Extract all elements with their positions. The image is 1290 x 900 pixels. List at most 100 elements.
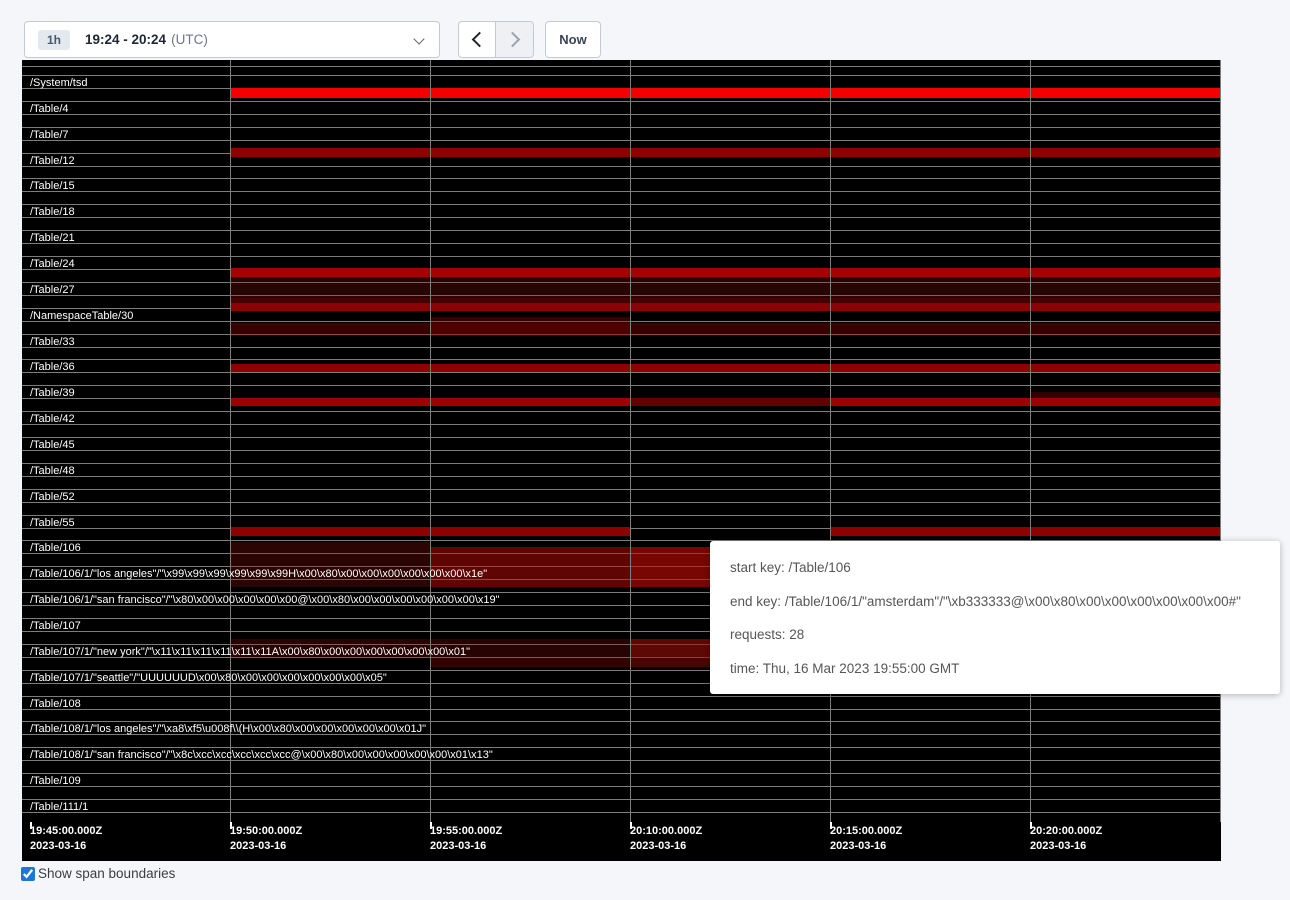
x-axis-tick-label: 20:15:00.000Z 2023-03-16 bbox=[830, 824, 902, 853]
span-boundary-line bbox=[22, 773, 1221, 774]
row-label: /Table/36 bbox=[30, 361, 75, 373]
row-label: /Table/107/1/"seattle"/"UUUUUUD\x00\x80\… bbox=[30, 672, 387, 684]
tooltip-end-key: end key: /Table/106/1/"amsterdam"/"\xb33… bbox=[730, 585, 1260, 619]
row-label: /NamespaceTable/30 bbox=[30, 310, 133, 322]
span-boundary-line bbox=[22, 786, 1221, 787]
heat-band bbox=[231, 148, 1221, 157]
span-boundary-line bbox=[22, 127, 1221, 128]
span-boundary-line bbox=[22, 243, 1221, 244]
grid-line-vertical bbox=[830, 60, 831, 822]
row-label: /Table/106/1/"san francisco"/"\x80\x00\x… bbox=[30, 594, 500, 606]
span-boundary-line bbox=[22, 140, 1221, 141]
span-boundary-line bbox=[22, 256, 1221, 257]
x-axis-tick-label: 19:55:00.000Z 2023-03-16 bbox=[430, 824, 502, 853]
span-boundary-line bbox=[22, 347, 1221, 348]
span-boundary-line bbox=[22, 515, 1221, 516]
heat-band bbox=[231, 364, 1221, 372]
row-label: /Table/21 bbox=[30, 232, 75, 244]
span-boundary-line bbox=[22, 359, 1221, 360]
span-boundary-line bbox=[22, 747, 1221, 748]
grid-line-vertical bbox=[1220, 60, 1221, 822]
row-label: /Table/107/1/"new york"/"\x11\x11\x11\x1… bbox=[30, 646, 470, 658]
row-label: /Table/55 bbox=[30, 517, 75, 529]
row-label: /Table/39 bbox=[30, 387, 75, 399]
chevron-right-icon bbox=[505, 32, 521, 48]
span-boundary-line bbox=[22, 230, 1221, 231]
span-boundary-line bbox=[22, 372, 1221, 373]
row-label: /Table/12 bbox=[30, 155, 75, 167]
show-span-boundaries-label: Show span boundaries bbox=[38, 866, 175, 881]
heat-band bbox=[231, 542, 430, 587]
row-label: /System/tsd bbox=[30, 77, 87, 89]
heat-band bbox=[831, 527, 1221, 536]
heat-band bbox=[431, 547, 630, 587]
span-boundary-line bbox=[22, 166, 1221, 167]
grid-line-vertical bbox=[1030, 60, 1031, 822]
tooltip-start-key: start key: /Table/106 bbox=[730, 551, 1260, 585]
span-boundary-line bbox=[22, 424, 1221, 425]
row-label: /Table/107 bbox=[30, 620, 81, 632]
row-label: /Table/106/1/"los angeles"/"\x99\x99\x99… bbox=[30, 568, 487, 580]
span-boundary-line bbox=[22, 721, 1221, 722]
span-boundary-line bbox=[22, 217, 1221, 218]
heat-band bbox=[231, 268, 1221, 277]
span-boundary-line bbox=[22, 463, 1221, 464]
row-label: /Table/27 bbox=[30, 284, 75, 296]
span-boundary-line bbox=[22, 191, 1221, 192]
row-label: /Table/48 bbox=[30, 465, 75, 477]
now-button[interactable]: Now bbox=[545, 21, 601, 58]
row-label: /Table/45 bbox=[30, 439, 75, 451]
x-axis-tick-label: 20:10:00.000Z 2023-03-16 bbox=[630, 824, 702, 853]
span-boundary-line bbox=[22, 75, 1221, 76]
span-boundary-line bbox=[22, 489, 1221, 490]
chevron-left-icon bbox=[471, 32, 487, 48]
heat-band bbox=[231, 303, 1221, 311]
heat-band bbox=[631, 398, 830, 406]
row-label: /Table/42 bbox=[30, 413, 75, 425]
x-axis-tick-label: 19:45:00.000Z 2023-03-16 bbox=[30, 824, 102, 853]
row-label: /Table/33 bbox=[30, 336, 75, 348]
grid-line-vertical bbox=[630, 60, 631, 822]
span-boundary-line bbox=[22, 437, 1221, 438]
show-span-boundaries-checkbox[interactable] bbox=[21, 867, 35, 881]
grid-line-vertical bbox=[430, 60, 431, 822]
x-axis-tick-label: 20:20:00.000Z 2023-03-16 bbox=[1030, 824, 1102, 853]
heat-band bbox=[231, 277, 1221, 298]
row-label: /Table/108 bbox=[30, 698, 81, 710]
row-label: /Table/106 bbox=[30, 542, 81, 554]
span-boundary-line bbox=[22, 101, 1221, 102]
key-visualizer-canvas[interactable] bbox=[22, 60, 1221, 861]
cell-tooltip: start key: /Table/106 end key: /Table/10… bbox=[710, 541, 1280, 694]
span-boundary-line bbox=[22, 799, 1221, 800]
row-label: /Table/15 bbox=[30, 180, 75, 192]
prev-interval-button[interactable] bbox=[458, 21, 496, 58]
page: 1h 19:24 - 20:24 (UTC) Now start key: /T… bbox=[0, 0, 1290, 900]
span-boundary-line bbox=[22, 66, 1221, 67]
row-label: /Table/108/1/"los angeles"/"\xa8\xf5\u00… bbox=[30, 723, 426, 735]
row-label: /Table/24 bbox=[30, 258, 75, 270]
row-label: /Table/52 bbox=[30, 491, 75, 503]
heat-band bbox=[231, 323, 1221, 336]
chevron-down-icon bbox=[413, 33, 424, 44]
tooltip-time: time: Thu, 16 Mar 2023 19:55:00 GMT bbox=[730, 652, 1260, 686]
x-axis-tick-label: 19:50:00.000Z 2023-03-16 bbox=[230, 824, 302, 853]
span-boundary-line bbox=[22, 450, 1221, 451]
span-boundary-line bbox=[22, 114, 1221, 115]
span-boundary-line bbox=[22, 411, 1221, 412]
span-boundaries-row: Show span boundaries bbox=[21, 866, 175, 881]
heat-band bbox=[431, 323, 630, 336]
span-boundary-line bbox=[22, 476, 1221, 477]
row-label: /Table/108/1/"san francisco"/"\x8c\xcc\x… bbox=[30, 749, 493, 761]
grid-line-vertical bbox=[230, 60, 231, 822]
next-interval-button-disabled[interactable] bbox=[496, 21, 534, 58]
span-boundary-line bbox=[22, 696, 1221, 697]
span-boundary-line bbox=[22, 709, 1221, 710]
span-boundary-line bbox=[22, 812, 1221, 813]
row-label: /Table/109 bbox=[30, 775, 81, 787]
time-range-selector[interactable]: 1h 19:24 - 20:24 (UTC) bbox=[24, 21, 440, 58]
heat-band bbox=[431, 658, 630, 667]
row-label: /Table/18 bbox=[30, 206, 75, 218]
row-label: /Table/4 bbox=[30, 103, 69, 115]
span-boundary-line bbox=[22, 502, 1221, 503]
span-boundary-line bbox=[22, 204, 1221, 205]
